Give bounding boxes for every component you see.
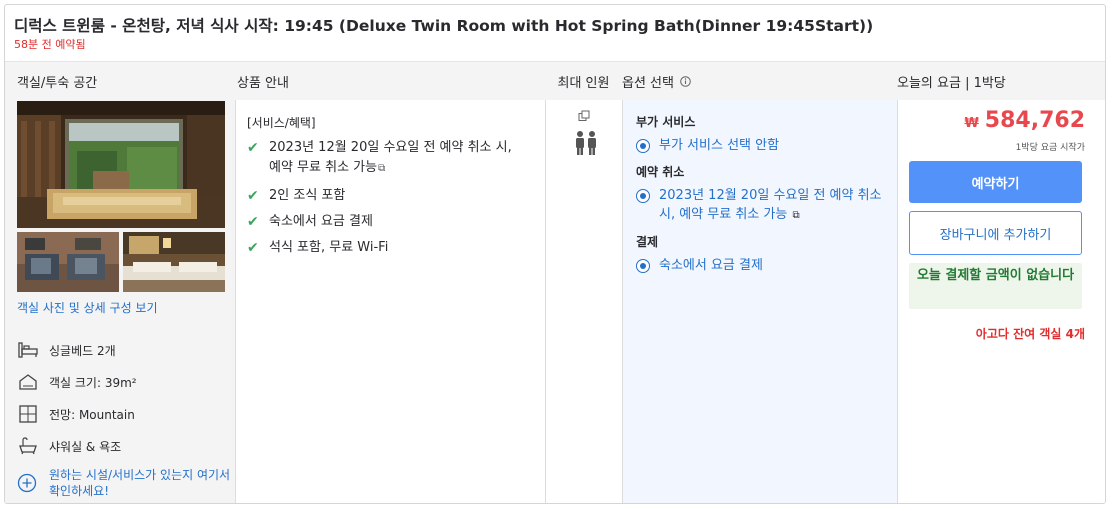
facilities-check-link[interactable]: 원하는 시설/서비스가 있는지 여기서 확인하세요!: [17, 467, 239, 499]
column-header-room: 객실/투숙 공간: [5, 62, 235, 100]
occupancy-cell: [545, 100, 622, 503]
currency-symbol: ₩: [964, 116, 979, 131]
bathtub-icon: [17, 435, 39, 457]
benefit-item-free-cancel: ✔ 2023년 12월 20일 수요일 전 예약 취소 시, 예약 무료 취소 …: [247, 138, 524, 179]
pay-later-note: 오늘 결제할 금액이 없습니다: [909, 263, 1082, 309]
info-icon[interactable]: [680, 75, 691, 87]
plus-circle-icon: [17, 473, 39, 495]
checkmark-icon: ✔: [247, 188, 259, 204]
checkmark-icon: ✔: [247, 214, 259, 230]
checkmark-icon: ✔: [247, 140, 259, 156]
feature-bathroom: 샤워실 & 욕조: [17, 435, 121, 457]
external-link-icon[interactable]: ⧉: [792, 206, 799, 225]
per-night-note: 1박당 요금 시작가: [1015, 143, 1085, 153]
two-adults-icon: [574, 130, 598, 160]
payment-heading: 결제: [636, 235, 659, 249]
recent-booking-note: 58분 전 예약됨: [14, 38, 86, 51]
price-amount: ₩584,762: [964, 108, 1085, 133]
column-header-occupancy: 최대 인원: [545, 62, 622, 100]
addon-radio-option[interactable]: 부가 서비스 선택 안함: [636, 136, 887, 155]
column-header-benefits: 상품 안내: [235, 62, 545, 100]
house-size-icon: [17, 371, 39, 393]
cancel-heading: 예약 취소: [636, 165, 685, 179]
external-link-icon[interactable]: ⧉: [378, 159, 385, 179]
cancel-radio-option[interactable]: 2023년 12월 20일 수요일 전 예약 취소 시, 예약 무료 취소 가능…: [636, 186, 887, 225]
room-card: 디럭스 트윈룸 - 온천탕, 저녁 식사 시작: 19:45 (Deluxe T…: [4, 4, 1106, 504]
feature-room-size: 객실 크기: 39m²: [17, 371, 137, 393]
bed-icon: [17, 339, 39, 361]
payment-radio-option[interactable]: 숙소에서 요금 결제: [636, 256, 887, 275]
room-thumbnail-beds[interactable]: [123, 232, 225, 292]
room-thumbnail-yukata[interactable]: [17, 232, 119, 292]
checkmark-icon: ✔: [247, 240, 259, 256]
feature-view: 전망: Mountain: [17, 403, 135, 425]
radio-selected[interactable]: [636, 139, 650, 153]
benefit-item-breakfast: ✔ 2인 조식 포함: [247, 188, 346, 204]
price-cell: ₩584,762 1박당 요금 시작가 예약하기 장바구니에 추가하기 오늘 결…: [897, 100, 1105, 503]
room-photos-link[interactable]: 객실 사진 및 상세 구성 보기: [17, 299, 158, 316]
window-view-icon: [17, 403, 39, 425]
copy-icon[interactable]: [578, 110, 590, 126]
options-cell: 부가 서비스 부가 서비스 선택 안함 예약 취소 2023년 12월 20일 …: [622, 100, 897, 503]
column-header-options: 옵션 선택: [622, 62, 897, 100]
room-header: 디럭스 트윈룸 - 온천탕, 저녁 식사 시작: 19:45 (Deluxe T…: [5, 5, 1105, 62]
radio-selected[interactable]: [636, 259, 650, 273]
benefit-item-pay-at-property: ✔ 숙소에서 요금 결제: [247, 214, 373, 230]
book-now-button[interactable]: 예약하기: [909, 161, 1082, 203]
benefit-item-dinner-wifi: ✔ 석식 포함, 무료 Wi-Fi: [247, 240, 389, 256]
addon-heading: 부가 서비스: [636, 115, 696, 129]
column-header-price: 오늘의 요금 | 1박당: [897, 62, 1105, 100]
feature-beds: 싱글베드 2개: [17, 339, 116, 361]
rooms-left-badge: 아고다 잔여 객실 4개: [975, 327, 1085, 341]
radio-selected[interactable]: [636, 189, 650, 203]
add-to-cart-button[interactable]: 장바구니에 추가하기: [909, 211, 1082, 255]
room-title: 디럭스 트윈룸 - 온천탕, 저녁 식사 시작: 19:45 (Deluxe T…: [14, 17, 874, 35]
benefits-heading: [서비스/혜택]: [247, 116, 316, 130]
benefits-cell: [서비스/혜택] ✔ 2023년 12월 20일 수요일 전 예약 취소 시, …: [235, 100, 545, 503]
room-info-column: 객실/투숙 공간 객실 사진 및 상세 구성 보기 싱글베드 2개 객실 크기:…: [5, 62, 235, 503]
room-main-photo[interactable]: [17, 101, 225, 228]
